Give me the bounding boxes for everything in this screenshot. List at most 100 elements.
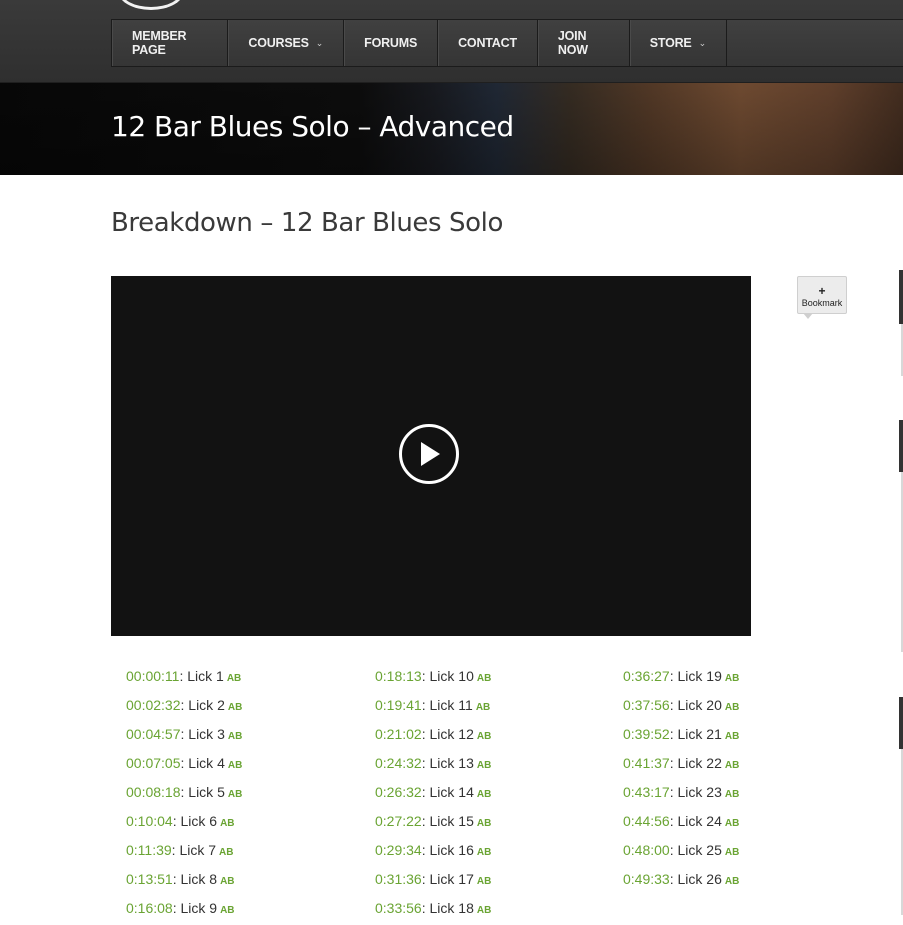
video-player[interactable] xyxy=(111,276,751,636)
chapter-label: Lick 26 xyxy=(677,871,722,887)
chapter-label: Lick 14 xyxy=(429,784,474,800)
ab-loop-link[interactable]: AB xyxy=(228,702,242,713)
ab-loop-link[interactable]: AB xyxy=(725,876,739,887)
chapter-timestamp-link[interactable]: 0:10:04 xyxy=(126,813,173,829)
play-button[interactable] xyxy=(399,424,459,484)
nav-courses[interactable]: COURSES ⌄ xyxy=(228,20,345,66)
chapter-timestamp-link[interactable]: 0:18:13 xyxy=(375,668,422,684)
chapter-label: Lick 3 xyxy=(188,726,225,742)
chapter-timestamp-link[interactable]: 0:48:00 xyxy=(623,842,670,858)
chapter-timestamp-link[interactable]: 0:37:56 xyxy=(623,697,670,713)
chapter-item: 0:13:51: Lick 8 AB xyxy=(126,871,235,887)
plus-icon: + xyxy=(818,284,826,298)
chapter-item: 0:44:56: Lick 24 AB xyxy=(623,813,740,829)
ab-loop-link[interactable]: AB xyxy=(477,876,491,887)
chapter-item: 0:29:34: Lick 16 AB xyxy=(375,842,492,858)
chapter-label: Lick 19 xyxy=(677,668,722,684)
nav-contact[interactable]: CONTACT xyxy=(438,20,538,66)
chapter-item: 0:21:02: Lick 12 AB xyxy=(375,726,492,742)
chapter-timestamp-link[interactable]: 0:36:27 xyxy=(623,668,670,684)
chapter-timestamp-link[interactable]: 0:26:32 xyxy=(375,784,422,800)
ab-loop-link[interactable]: AB xyxy=(477,673,491,684)
site-header: MEMBER PAGE COURSES ⌄ FORUMS CONTACT JOIN… xyxy=(0,0,903,83)
ab-loop-link[interactable]: AB xyxy=(477,818,491,829)
chapter-timestamp-link[interactable]: 00:07:05 xyxy=(126,755,181,771)
ab-loop-link[interactable]: AB xyxy=(725,760,739,771)
chapter-timestamp-link[interactable]: 0:19:41 xyxy=(375,697,422,713)
chapter-timestamp-link[interactable]: 0:31:36 xyxy=(375,871,422,887)
bookmark-button[interactable]: + Bookmark xyxy=(797,276,847,319)
ab-loop-link[interactable]: AB xyxy=(725,731,739,742)
chapter-timestamp-link[interactable]: 0:11:39 xyxy=(126,842,172,858)
chapter-item: 0:37:56: Lick 20 AB xyxy=(623,697,740,713)
chapter-timestamp-link[interactable]: 0:29:34 xyxy=(375,842,422,858)
nav-label: JOIN NOW xyxy=(557,29,588,57)
chapter-label: Lick 15 xyxy=(429,813,474,829)
chapter-label: Lick 17 xyxy=(429,871,474,887)
nav-forums[interactable]: FORUMS xyxy=(344,20,439,66)
chapter-item: 00:08:18: Lick 5 AB xyxy=(126,784,243,800)
site-logo[interactable] xyxy=(118,0,184,10)
ab-loop-link[interactable]: AB xyxy=(227,673,241,684)
chapter-timestamp-link[interactable]: 00:08:18 xyxy=(126,784,181,800)
chapter-item: 00:00:11: Lick 1 AB xyxy=(126,668,242,684)
chapter-timestamp-link[interactable]: 0:21:02 xyxy=(375,726,422,742)
chapter-timestamp-link[interactable]: 0:49:33 xyxy=(623,871,670,887)
chapter-label: Lick 7 xyxy=(179,842,217,858)
chapter-item: 00:04:57: Lick 3 AB xyxy=(126,726,243,742)
chapter-label: Lick 9 xyxy=(180,900,218,916)
ab-loop-link[interactable]: AB xyxy=(220,876,234,887)
chapter-timestamp-link[interactable]: 0:27:22 xyxy=(375,813,422,829)
ab-loop-link[interactable]: AB xyxy=(220,905,234,916)
ab-loop-link[interactable]: AB xyxy=(219,847,233,858)
chapter-timestamp-link[interactable]: 0:43:17 xyxy=(623,784,670,800)
chapter-label: Lick 24 xyxy=(677,813,722,829)
chapter-label: Lick 21 xyxy=(677,726,722,742)
sidebar-widget-edge xyxy=(899,270,903,324)
chapter-item: 0:16:08: Lick 9 AB xyxy=(126,900,235,916)
chapter-timestamp-link[interactable]: 0:16:08 xyxy=(126,900,173,916)
ab-loop-link[interactable]: AB xyxy=(228,760,242,771)
ab-loop-link[interactable]: AB xyxy=(725,702,739,713)
chapter-label: Lick 23 xyxy=(677,784,722,800)
chapter-timestamp-link[interactable]: 0:13:51 xyxy=(126,871,173,887)
chevron-down-icon: ⌄ xyxy=(315,37,324,48)
chapter-item: 0:33:56: Lick 18 AB xyxy=(375,900,492,916)
ab-loop-link[interactable]: AB xyxy=(725,847,739,858)
chapter-item: 0:39:52: Lick 21 AB xyxy=(623,726,740,742)
chapter-timestamp-link[interactable]: 00:02:32 xyxy=(126,697,181,713)
nav-join-now[interactable]: JOIN NOW xyxy=(538,20,630,66)
ab-loop-link[interactable]: AB xyxy=(476,702,490,713)
ab-loop-link[interactable]: AB xyxy=(477,905,491,916)
chapter-item: 0:18:13: Lick 10 AB xyxy=(375,668,492,684)
nav-store[interactable]: STORE ⌄ xyxy=(630,20,727,66)
chapter-label: Lick 8 xyxy=(180,871,218,887)
ab-loop-link[interactable]: AB xyxy=(477,731,491,742)
chapter-timestamp-link[interactable]: 0:44:56 xyxy=(623,813,670,829)
ab-loop-link[interactable]: AB xyxy=(228,731,242,742)
chapter-label: Lick 18 xyxy=(429,900,474,916)
chapter-item: 0:11:39: Lick 7 AB xyxy=(126,842,234,858)
chapter-label: Lick 1 xyxy=(187,668,224,684)
chapter-timestamp-link[interactable]: 0:24:32 xyxy=(375,755,422,771)
chapter-timestamp-link[interactable]: 0:39:52 xyxy=(623,726,670,742)
chapter-item: 0:48:00: Lick 25 AB xyxy=(623,842,740,858)
ab-loop-link[interactable]: AB xyxy=(725,673,739,684)
chapter-timestamp-link[interactable]: 0:33:56 xyxy=(375,900,422,916)
chapter-label: Lick 16 xyxy=(429,842,474,858)
nav-member-page[interactable]: MEMBER PAGE xyxy=(112,20,229,66)
ab-loop-link[interactable]: AB xyxy=(477,760,491,771)
chapter-timestamp-link[interactable]: 0:41:37 xyxy=(623,755,670,771)
ab-loop-link[interactable]: AB xyxy=(477,847,491,858)
chapter-item: 0:19:41: Lick 11 AB xyxy=(375,697,491,713)
ab-loop-link[interactable]: AB xyxy=(228,789,242,800)
ab-loop-link[interactable]: AB xyxy=(725,818,739,829)
chapter-timestamp-link[interactable]: 00:00:11 xyxy=(126,668,179,684)
chapter-timestamp-link[interactable]: 00:04:57 xyxy=(126,726,181,742)
chapter-item: 0:10:04: Lick 6 AB xyxy=(126,813,235,829)
ab-loop-link[interactable]: AB xyxy=(725,789,739,800)
chapter-label: Lick 10 xyxy=(429,668,474,684)
ab-loop-link[interactable]: AB xyxy=(477,789,491,800)
ab-loop-link[interactable]: AB xyxy=(220,818,234,829)
main-nav: MEMBER PAGE COURSES ⌄ FORUMS CONTACT JOIN… xyxy=(111,19,903,67)
